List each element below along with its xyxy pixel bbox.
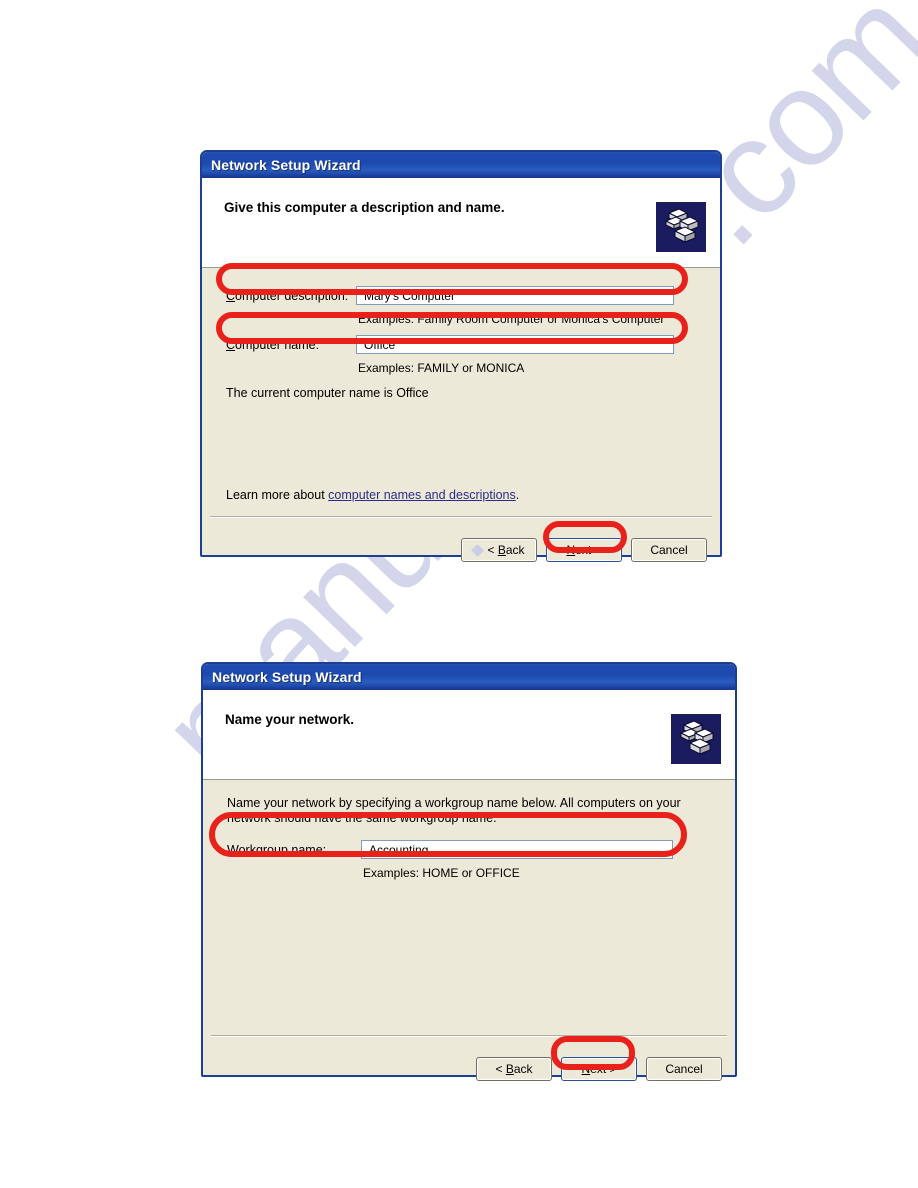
computer-name-label: Computer name:: [226, 338, 356, 352]
two-networked-computers-icon: [671, 714, 721, 764]
dialog2-header: Name your network.: [203, 690, 735, 780]
computer-description-label: Computer description:: [226, 289, 356, 303]
dialog1-cancel-button[interactable]: Cancel: [631, 538, 707, 562]
computer-description-input[interactable]: Mary's Computer: [356, 286, 674, 305]
dialog2-button-row: < Back Next > Cancel: [203, 1048, 735, 1081]
dialog2-body: Name your network by specifying a workgr…: [203, 780, 735, 1048]
computer-names-descriptions-link[interactable]: computer names and descriptions: [328, 488, 516, 502]
computer-name-input[interactable]: Office: [356, 335, 674, 354]
dialog2-next-label: Next >: [581, 1062, 617, 1076]
dialog1-cancel-label: Cancel: [650, 543, 688, 557]
dialog2-description-text: Name your network by specifying a workgr…: [227, 796, 681, 825]
network-setup-wizard-dialog-2: Network Setup Wizard Name your network.: [201, 662, 737, 1081]
dialog1-next-button[interactable]: Next >: [546, 538, 622, 562]
network-setup-wizard-dialog-1: Network Setup Wizard Give this computer …: [200, 150, 722, 562]
computer-description-value: Mary's Computer: [364, 288, 455, 303]
workgroup-name-label: Workgroup name:: [227, 843, 361, 857]
dialog1-title: Network Setup Wizard: [211, 157, 361, 173]
dialog2-titlebar: Network Setup Wizard: [203, 664, 735, 690]
two-networked-computers-icon: [656, 202, 706, 252]
dialog2-next-button[interactable]: Next >: [561, 1057, 637, 1081]
dialog1-heading: Give this computer a description and nam…: [224, 200, 505, 215]
dialog2-cancel-label: Cancel: [665, 1062, 703, 1076]
learn-more-row: Learn more about computer names and desc…: [226, 488, 519, 502]
workgroup-name-label-text: Workgroup name:: [227, 842, 327, 857]
computer-name-label-text: Computer name:: [226, 337, 320, 352]
computer-name-example: Examples: FAMILY or MONICA: [358, 361, 525, 375]
computer-name-row: Computer name: Office: [226, 335, 686, 354]
dialog1-button-row: < Back Next > Cancel: [202, 529, 720, 562]
dialog1-body: Computer description: Mary's Computer Ex…: [202, 268, 720, 529]
dialog1-header: Give this computer a description and nam…: [202, 178, 720, 268]
dialog1-back-button[interactable]: < Back: [461, 538, 537, 562]
learn-more-suffix: .: [515, 488, 520, 502]
dialog1-back-label: < Back: [487, 543, 525, 557]
learn-more-prefix: Learn more about: [226, 488, 329, 502]
dialog1-next-label: Next >: [566, 543, 602, 557]
current-computer-name-text: The current computer name is Office: [226, 386, 429, 400]
back-diamond-icon: [471, 543, 485, 557]
computer-name-value: Office: [364, 337, 396, 352]
dialog2-title: Network Setup Wizard: [212, 669, 362, 685]
computer-description-example: Examples: Family Room Computer or Monica…: [358, 312, 665, 326]
computer-description-row: Computer description: Mary's Computer: [226, 286, 686, 305]
dialog2-heading: Name your network.: [225, 712, 355, 727]
dialog2-cancel-button[interactable]: Cancel: [646, 1057, 722, 1081]
dialog1-titlebar: Network Setup Wizard: [202, 152, 720, 178]
dialog1-footer-separator: [210, 516, 712, 518]
dialog2-back-button[interactable]: < Back: [476, 1057, 552, 1081]
workgroup-name-input[interactable]: Accounting: [361, 840, 673, 859]
workgroup-name-value: Accounting: [369, 842, 429, 857]
dialog2-footer-separator: [211, 1035, 727, 1037]
workgroup-name-example: Examples: HOME or OFFICE: [363, 866, 520, 880]
dialog2-back-label: < Back: [495, 1062, 533, 1076]
computer-description-label-text: Computer description:: [226, 288, 349, 303]
workgroup-name-row: Workgroup name: Accounting: [227, 840, 697, 859]
